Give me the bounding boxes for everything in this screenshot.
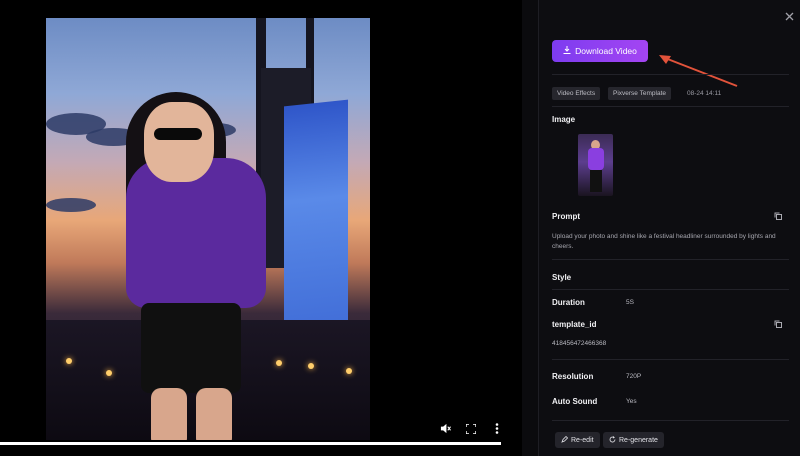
close-icon[interactable]: [785, 8, 794, 24]
stage-light: [106, 370, 112, 376]
stage-light: [276, 360, 282, 366]
download-video-button[interactable]: Download Video: [552, 40, 648, 62]
fullscreen-icon[interactable]: [462, 422, 480, 437]
details-panel: Download Video Video Effects Pixverse Te…: [539, 0, 800, 456]
player-controls: [0, 420, 522, 456]
download-icon: [563, 46, 571, 56]
duration-label: Duration: [552, 298, 585, 307]
edit-icon: [561, 435, 569, 445]
timestamp: 08-24 14:11: [687, 90, 722, 97]
divider: [552, 420, 789, 421]
prompt-text: Upload your photo and shine like a festi…: [552, 233, 776, 250]
image-label: Image: [552, 115, 576, 124]
re-edit-label: Re-edit: [571, 436, 594, 444]
tag-video-effects[interactable]: Video Effects: [552, 87, 601, 100]
prompt-label: Prompt: [552, 212, 580, 221]
duration-value: 5S: [626, 299, 634, 306]
auto-sound-label: Auto Sound: [552, 397, 598, 406]
sunglasses: [154, 128, 202, 140]
divider: [552, 106, 789, 107]
style-label: Style: [552, 273, 572, 282]
copy-prompt-icon[interactable]: [774, 212, 782, 222]
mute-icon[interactable]: [436, 422, 454, 437]
progress-bar[interactable]: [0, 442, 501, 445]
video-frame[interactable]: [46, 18, 370, 440]
template-id-label: template_id: [552, 320, 597, 329]
re-generate-label: Re-generate: [619, 436, 658, 444]
download-video-label: Download Video: [575, 46, 637, 56]
singer-shorts: [141, 303, 241, 393]
resolution-label: Resolution: [552, 372, 594, 381]
re-edit-button[interactable]: Re-edit: [555, 432, 600, 448]
thumb-sweater: [588, 148, 604, 170]
cloud: [46, 198, 96, 212]
divider: [552, 74, 789, 75]
annotation-arrow-icon: [659, 55, 738, 87]
singer-sweater: [126, 158, 266, 308]
stage-light: [346, 368, 352, 374]
copy-template-id-icon[interactable]: [774, 320, 782, 330]
re-generate-button[interactable]: Re-generate: [603, 432, 664, 448]
more-vertical-icon[interactable]: [488, 422, 506, 437]
stage-light: [66, 358, 72, 364]
stage-light: [308, 363, 314, 369]
tag-pixverse-template[interactable]: Pixverse Template: [608, 87, 671, 100]
stage-screen: [284, 99, 348, 347]
source-image-thumbnail[interactable]: [578, 134, 613, 196]
video-player[interactable]: [0, 0, 522, 456]
refresh-icon: [609, 435, 616, 445]
thumb-boots: [590, 170, 602, 192]
resolution-value: 720P: [626, 373, 642, 380]
singer-face: [144, 102, 214, 182]
divider: [552, 259, 789, 260]
template-id-value: 418456472466368: [552, 340, 607, 347]
divider: [552, 289, 789, 290]
divider: [552, 359, 789, 360]
auto-sound-value: Yes: [626, 398, 637, 405]
